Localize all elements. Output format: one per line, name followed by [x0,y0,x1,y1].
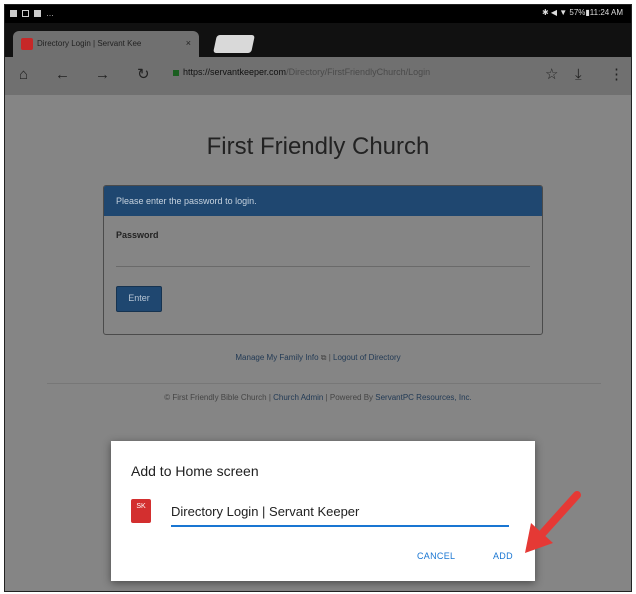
shortcut-name-input[interactable] [171,499,509,527]
notification-icons: … [10,9,54,18]
device-screen: … ✱ ◀ ▼ 57%▮11:24 AM Directory Login | S… [4,4,632,592]
church-admin-link[interactable]: Church Admin [273,393,323,402]
system-status: ✱ ◀ ▼ 57%▮11:24 AM [541,8,623,17]
divider [47,383,601,384]
login-panel: Please enter the password to login. Pass… [103,185,543,335]
url-host: https://servantkeeper.com [183,67,287,77]
add-button[interactable]: ADD [493,551,513,561]
add-to-home-dialog: Add to Home screen SK CANCEL ADD [111,441,535,581]
status-bar: … ✱ ◀ ▼ 57%▮11:24 AM [5,5,631,23]
manage-family-link[interactable]: Manage My Family Info [235,353,318,362]
download-icon[interactable]: ⤓ [575,67,582,83]
tab-title: Directory Login | Servant Kee [37,39,142,48]
image-notification-icon [10,10,17,17]
dialog-title: Add to Home screen [131,463,259,479]
new-tab-button[interactable] [213,35,255,53]
app-icon: SK [131,499,151,523]
footer-copyright: © First Friendly Bible Church | [164,393,274,402]
account-links: Manage My Family Info ⧉ | Logout of Dire… [5,353,631,363]
menu-icon[interactable]: ⋮ [609,67,624,83]
footer: © First Friendly Bible Church | Church A… [5,393,631,402]
bookmark-star-icon[interactable]: ☆ [545,67,558,83]
favicon-icon [21,38,33,50]
forward-arrow-icon[interactable]: → [95,67,110,83]
lock-icon [173,70,179,76]
more-notifications-icon: … [46,9,54,18]
vendor-link[interactable]: ServantPC Resources, Inc. [375,393,471,402]
logout-link[interactable]: Logout of Directory [333,353,401,362]
pointer-arrow-icon [525,491,581,553]
reload-icon[interactable]: ↻ [137,67,150,83]
tab-close-icon[interactable]: × [186,38,191,48]
download-notification-icon [34,10,41,17]
address-bar[interactable]: https://servantkeeper.com/Directory/Firs… [173,67,533,85]
browser-toolbar: ⌂ ← → ↻ https://servantkeeper.com/Direct… [5,57,631,95]
home-icon[interactable]: ⌂ [19,67,28,83]
url-path: /Directory/FirstFriendlyChurch/Login [286,67,431,77]
app-notification-icon [22,10,29,17]
cancel-button[interactable]: CANCEL [417,551,455,561]
back-arrow-icon[interactable]: ← [55,67,70,83]
enter-button[interactable]: Enter [116,286,162,312]
password-input[interactable] [116,244,530,267]
tab-strip: Directory Login | Servant Kee × [5,23,631,57]
panel-heading: Please enter the password to login. [104,186,542,216]
browser-tab[interactable]: Directory Login | Servant Kee × [13,31,199,57]
footer-powered: | Powered By [323,393,376,402]
password-label: Password [116,230,159,240]
page-title: First Friendly Church [206,133,430,160]
